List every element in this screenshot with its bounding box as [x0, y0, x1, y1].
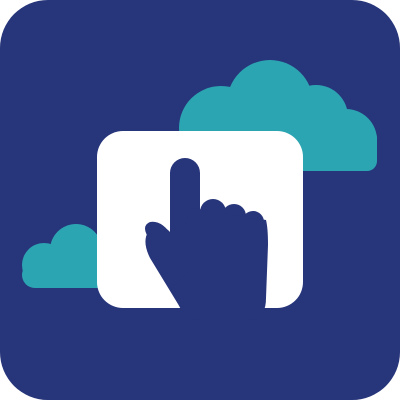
app-icon[interactable] — [0, 0, 400, 400]
app-icon-svg — [0, 0, 400, 400]
